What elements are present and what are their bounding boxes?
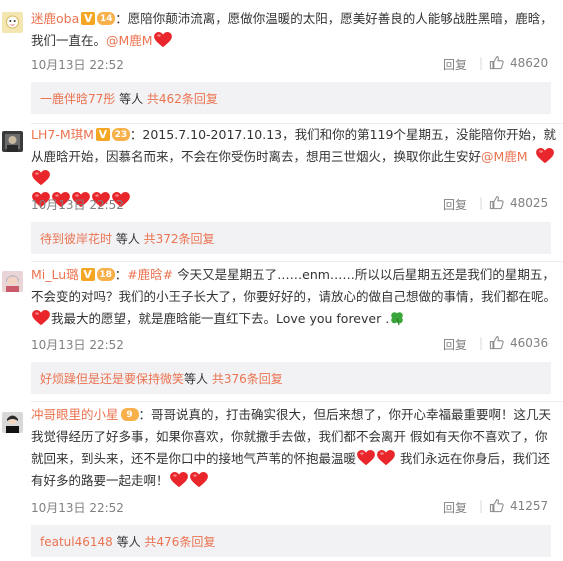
sub-reply-user-link[interactable]: featul46148 — [40, 535, 113, 549]
heart-icon — [32, 310, 50, 326]
comment-meta: 10月13日 22:52 回复 | 41257 — [31, 499, 551, 515]
username-link[interactable]: 冲哥眼里的小星 — [31, 407, 119, 422]
vip-badge-icon — [81, 8, 96, 30]
timestamp: 10月13日 22:52 — [31, 501, 124, 515]
view-replies-link[interactable]: 共476条回复 — [144, 535, 215, 549]
divider — [31, 401, 563, 402]
heart-icon — [377, 450, 395, 466]
divider: | — [478, 56, 483, 70]
comment-body-continued: 我最大的愿望，就是鹿晗能一直红下去。Love you forever . — [51, 311, 390, 326]
vip-badge-icon — [95, 124, 110, 146]
comment-meta: 10月13日 22:52 回复 | 48025 — [31, 196, 551, 212]
avatar[interactable] — [2, 271, 23, 292]
like-count: 48025 — [510, 196, 549, 210]
view-replies-link[interactable]: 共376条回复 — [212, 372, 283, 386]
level-badge-icon: 18 — [96, 268, 115, 281]
heart-icon — [170, 472, 188, 488]
mention-link[interactable]: @M鹿M — [106, 33, 153, 48]
username-link[interactable]: 迷鹿oba — [31, 11, 79, 26]
sub-replies-box[interactable]: 好烦躁但是还是要保持微笑等人 共376条回复 — [31, 362, 551, 394]
topic-link[interactable]: #鹿晗# — [127, 267, 173, 282]
like-button[interactable]: 48620 — [489, 55, 551, 71]
mention-link[interactable]: @M鹿M — [481, 149, 528, 164]
comment-text: 冲哥眼里的小星 9 ：哥哥说真的，打击确实很大，但后来想了，你开心幸福最重要啊！这几… — [31, 404, 556, 492]
thumbs-up-icon — [489, 335, 504, 350]
like-count: 41257 — [510, 499, 549, 513]
like-button[interactable]: 41257 — [489, 498, 551, 514]
timestamp: 10月13日 22:52 — [31, 198, 124, 212]
username-link[interactable]: LH7-M琪M — [31, 127, 94, 142]
sub-reply-user-link[interactable]: 一鹿伴晗77彤 — [40, 92, 115, 106]
thumbs-up-icon — [489, 195, 504, 210]
timestamp: 10月13日 22:52 — [31, 58, 124, 72]
sub-reply-user-link[interactable]: 待到彼岸花时 — [40, 232, 112, 246]
like-button[interactable]: 48025 — [489, 195, 551, 211]
level-badge-icon: 9 — [120, 408, 139, 421]
sub-reply-text: 等人 — [112, 232, 144, 246]
username-link[interactable]: Mi_Lu璐 — [31, 267, 79, 282]
comment-meta: 10月13日 22:52 回复 | 46036 — [31, 336, 551, 352]
sub-reply-user-link[interactable]: 好烦躁但是还是要保持微笑 — [40, 372, 184, 386]
sub-reply-text: 等人 — [112, 535, 145, 549]
heart-icon — [357, 450, 375, 466]
heart-icon — [190, 472, 208, 488]
thumbs-up-icon — [489, 55, 504, 70]
view-replies-link[interactable]: 共462条回复 — [147, 92, 218, 106]
level-badge-icon: 23 — [111, 128, 130, 141]
avatar[interactable] — [2, 131, 23, 152]
sub-reply-text: 等人 — [115, 92, 147, 106]
heart-icon — [536, 148, 554, 164]
sub-replies-box[interactable]: featul46148 等人 共476条回复 — [31, 525, 551, 557]
reply-button[interactable]: 回复 — [443, 499, 467, 516]
comment-text: Mi_Lu璐18：#鹿晗# 今天又是星期五了……enm……所以以后星期五还是我们… — [31, 264, 556, 330]
heart-icon — [154, 32, 172, 48]
avatar[interactable] — [2, 412, 23, 433]
heart-icon — [32, 170, 50, 186]
clover-icon — [391, 312, 403, 326]
divider — [31, 261, 563, 262]
comment-text: 迷鹿oba14：愿陪你颠沛流离，愿做你温暖的太阳，愿美好善良的人能够战胜黑暗，鹿… — [31, 8, 556, 52]
like-count: 46036 — [510, 336, 549, 350]
level-badge-icon: 14 — [97, 12, 116, 25]
vip-badge-icon — [80, 264, 95, 286]
reply-button[interactable]: 回复 — [443, 196, 467, 213]
sub-reply-text: 等人 — [184, 372, 212, 386]
comment-meta: 10月13日 22:52 回复 | 48620 — [31, 56, 551, 72]
avatar[interactable] — [2, 12, 23, 33]
like-count: 48620 — [510, 56, 549, 70]
like-button[interactable]: 46036 — [489, 335, 551, 351]
divider: | — [478, 499, 483, 513]
timestamp: 10月13日 22:52 — [31, 338, 124, 352]
view-replies-link[interactable]: 共372条回复 — [144, 232, 215, 246]
sub-replies-box[interactable]: 一鹿伴晗77彤 等人 共462条回复 — [31, 82, 551, 114]
divider: | — [478, 336, 483, 350]
divider: | — [478, 196, 483, 210]
reply-button[interactable]: 回复 — [443, 336, 467, 353]
reply-button[interactable]: 回复 — [443, 56, 467, 73]
thumbs-up-icon — [489, 498, 504, 513]
sub-replies-box[interactable]: 待到彼岸花时 等人 共372条回复 — [31, 222, 551, 254]
